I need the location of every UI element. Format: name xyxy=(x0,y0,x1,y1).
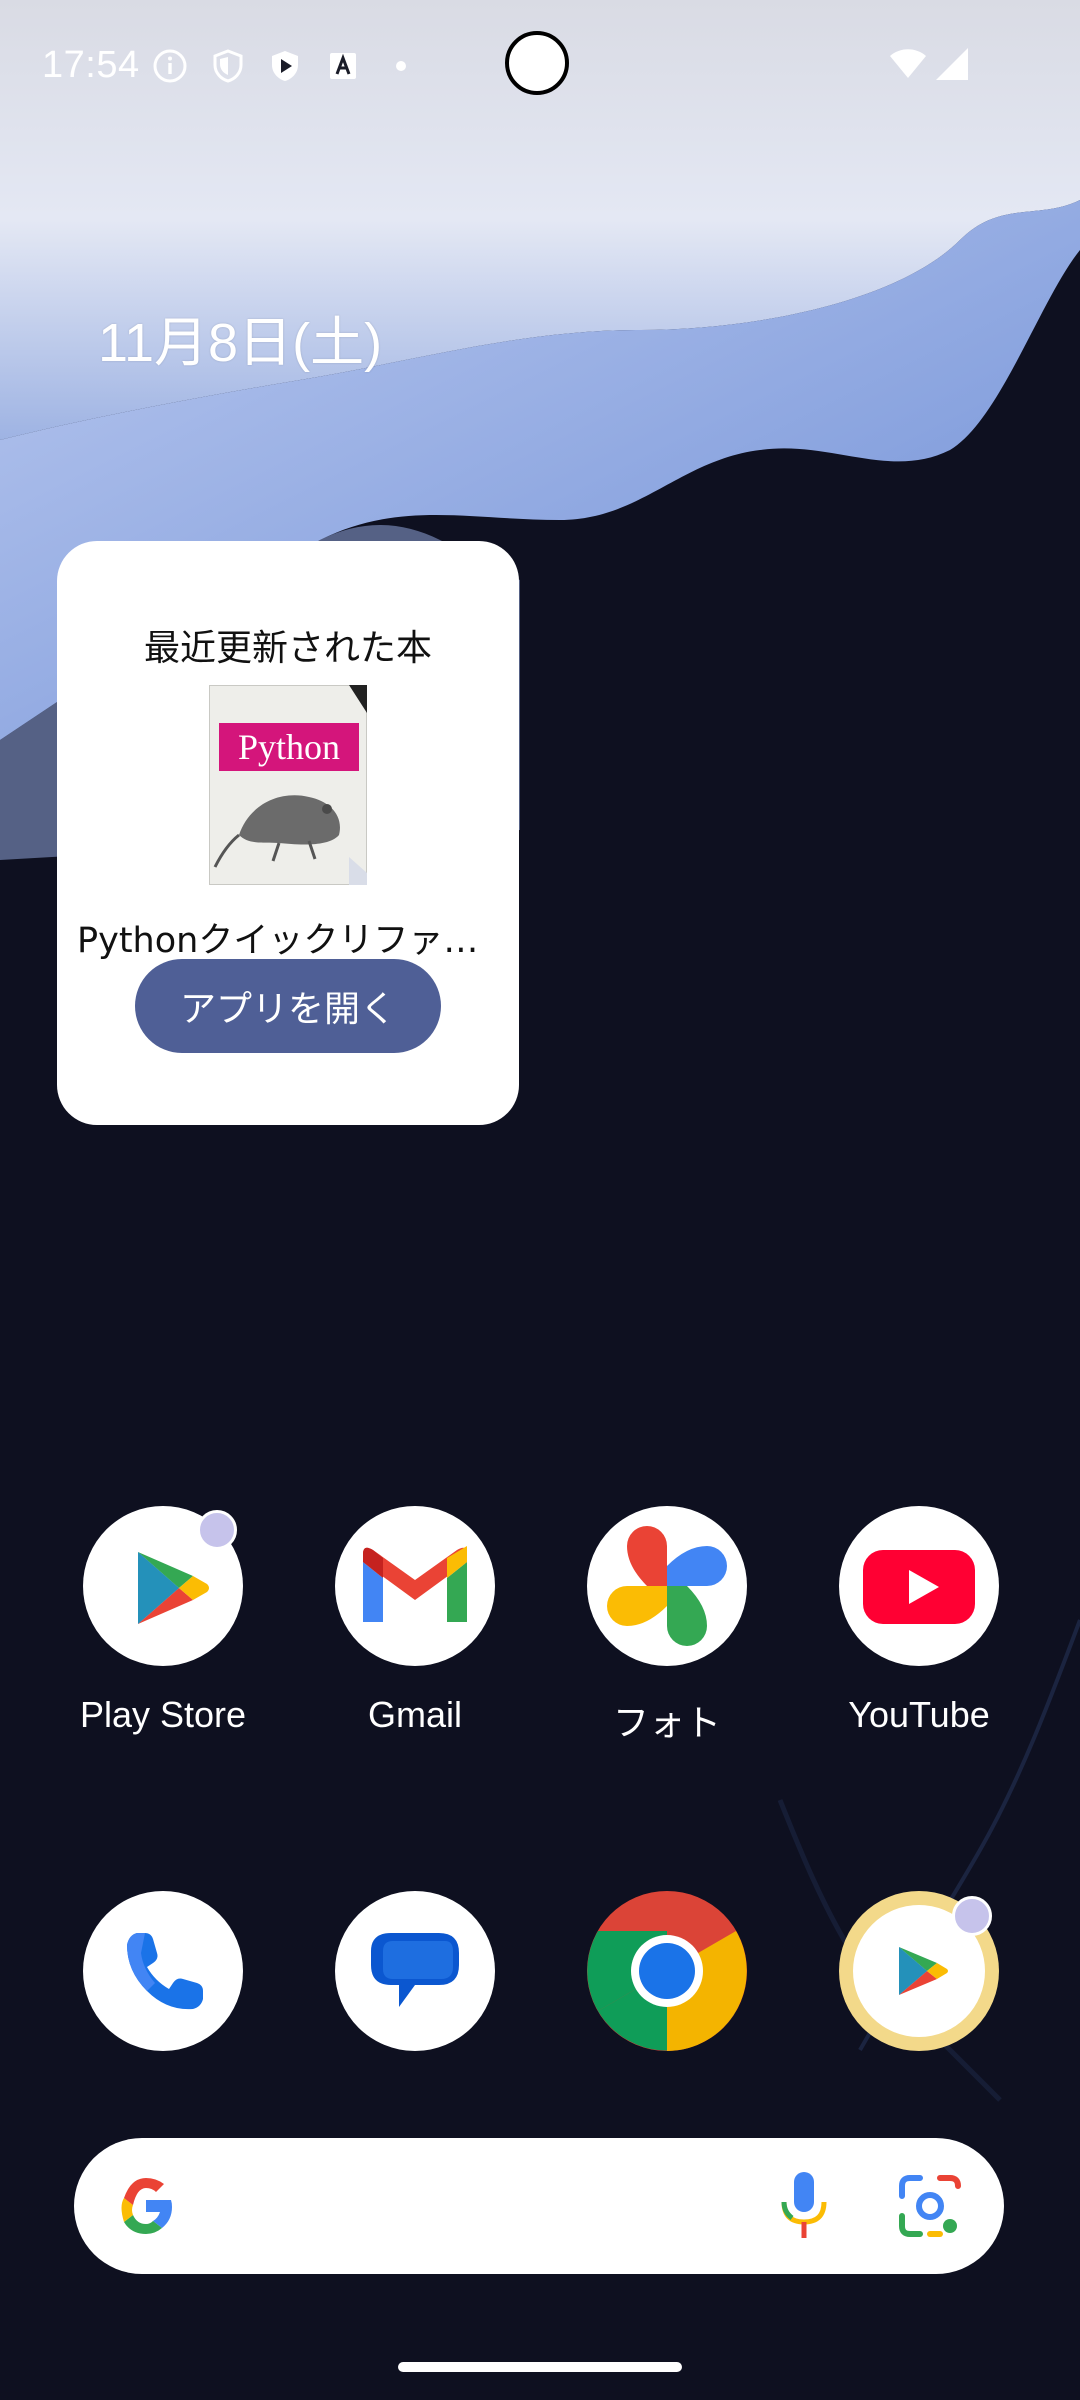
app-label-youtube: YouTube xyxy=(848,1694,990,1735)
dot-icon xyxy=(396,61,406,71)
microphone-icon[interactable] xyxy=(776,2168,832,2244)
phone-app[interactable] xyxy=(83,1891,243,2051)
wifi-icon xyxy=(890,49,926,78)
play-protect-icon xyxy=(272,51,298,81)
gmail-app[interactable] xyxy=(335,1506,495,1666)
status-bar: 17:54 xyxy=(0,0,1080,130)
youtube-icon xyxy=(863,1550,975,1624)
notification-dot xyxy=(952,1896,992,1936)
google-g-icon xyxy=(121,2178,172,2234)
youtube-app[interactable] xyxy=(839,1506,999,1666)
google-search-bar[interactable] xyxy=(74,2138,1004,2274)
recent-book-widget[interactable]: 最近更新された本 Python Pythonクイックリファ… アプリを開く xyxy=(57,541,519,1125)
status-time: 17:54 xyxy=(42,44,140,86)
photos-app[interactable] xyxy=(587,1506,747,1666)
app-label-play-store: Play Store xyxy=(79,1694,247,1735)
book-title[interactable]: Pythonクイックリファ… xyxy=(77,912,509,963)
widget-title: 最近更新された本 xyxy=(143,628,432,669)
translate-icon xyxy=(330,53,356,79)
phone-icon xyxy=(127,1933,203,2010)
app-label-gmail: Gmail xyxy=(367,1694,462,1735)
cell-signal-icon xyxy=(936,48,968,80)
date-display[interactable]: 11月8日(土) xyxy=(98,298,382,377)
gmail-icon xyxy=(363,1546,467,1622)
info-icon xyxy=(153,49,187,83)
book-cover-title: Python xyxy=(238,727,340,767)
front-camera xyxy=(505,31,569,95)
shield-icon xyxy=(213,49,243,83)
gesture-navigation-bar[interactable] xyxy=(398,2362,682,2372)
chrome-icon xyxy=(587,1891,747,2051)
messages-app[interactable] xyxy=(335,1891,495,2051)
book-cover-image[interactable]: Python xyxy=(209,685,367,885)
chrome-app[interactable] xyxy=(587,1891,747,2051)
open-app-button[interactable]: アプリを開く xyxy=(135,959,441,1053)
google-lens-icon[interactable] xyxy=(896,2172,964,2240)
notification-dot xyxy=(197,1510,237,1550)
photos-icon xyxy=(607,1526,727,1646)
app-label-photos: フォト xyxy=(612,1702,721,1743)
messages-icon xyxy=(371,1933,459,2007)
